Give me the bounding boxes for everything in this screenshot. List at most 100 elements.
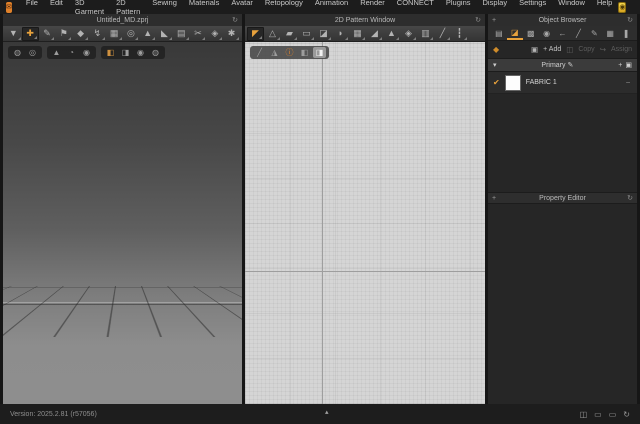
tack-tool-icon[interactable]: ↯ <box>89 27 106 41</box>
titlebar-2d: 2D Pattern Window ↻ <box>245 14 485 26</box>
fabric-category-icon: ◆ <box>493 45 500 54</box>
collapse-section-icon[interactable]: ▾ <box>493 61 497 69</box>
section-folder-icon[interactable]: ▣ <box>625 61 632 69</box>
select-move-tool-icon[interactable]: ✚ <box>21 26 39 41</box>
simulate-dropdown-icon[interactable]: ▼ <box>5 27 22 41</box>
show-highlight-icon[interactable]: ◎ <box>26 47 39 58</box>
grid-tool-icon[interactable]: ▤ <box>173 27 190 41</box>
garment-overlay-icon[interactable]: ◮ <box>268 47 281 58</box>
show-pins-icon[interactable]: ◔ <box>65 47 78 58</box>
pleats-tool-icon[interactable]: ▥ <box>417 27 434 41</box>
object-browser-titlebar: + Object Browser ↻ <box>488 14 637 26</box>
textured-surface-icon[interactable]: ◧ <box>104 47 117 58</box>
flatten-garment-icon[interactable]: ▲ <box>383 27 400 41</box>
sync-icon[interactable]: ↻ <box>623 410 630 419</box>
steam-iron-icon[interactable]: ◢ <box>366 27 383 41</box>
property-editor-titlebar: + Property Editor ↻ <box>488 192 637 204</box>
document-title: Untitled_MD.zprj <box>96 16 149 24</box>
rectangle-pattern-icon[interactable]: ▭ <box>298 27 315 41</box>
fabric-overlay-icon[interactable]: ◧ <box>298 47 311 58</box>
assign-icon: ↪ <box>599 45 606 54</box>
edit-pattern-icon[interactable]: △ <box>264 27 281 41</box>
expand-bottom-bar-icon[interactable]: ▴ <box>325 408 329 416</box>
tab-buttonhole-icon[interactable]: ← <box>555 26 571 40</box>
overlay-group-show: ▲ ◔ ◉ <box>47 46 96 59</box>
mesh-surface-icon[interactable]: ◨ <box>119 47 132 58</box>
show-avatar-icon[interactable]: ◉ <box>80 47 93 58</box>
pattern-axis-vertical <box>322 42 323 404</box>
collapse-row-icon[interactable]: – <box>626 79 632 86</box>
white-garment-overlay-icon[interactable]: ◨ <box>313 47 326 58</box>
section-add-icon[interactable]: + <box>618 62 622 69</box>
avatar-tool-icon[interactable]: ▲ <box>139 27 156 41</box>
show-garment-icon[interactable]: ▲ <box>50 47 63 58</box>
app-logo-icon: ✉ <box>6 1 12 13</box>
viewport-3d[interactable]: ◍ ◎ ▲ ◔ ◉ ◧ ◨ ◉ ◍ <box>3 42 242 404</box>
panel-2d: 2D Pattern Window ↻ ◤ △ ▰ ▭ ◪ ◗ ▦ ◢ ▲ ◈ ▥ ╱ ┇ ╱ ◮ ⓘ ◧ ◨ <box>245 14 485 404</box>
property-editor-title: Property Editor <box>539 194 586 202</box>
object-browser-empty-area <box>488 94 637 192</box>
zipper-tool-icon[interactable]: ┇ <box>451 27 468 41</box>
floor-grid <box>3 286 242 337</box>
tab-stitch-icon[interactable]: ✎ <box>586 26 602 40</box>
titlebar-3d: Untitled_MD.zprj ↻ <box>3 14 242 26</box>
fabric-swatch[interactable] <box>504 74 521 91</box>
panel-menu-icon[interactable]: ↻ <box>623 194 637 202</box>
check-icon[interactable]: ✔ <box>493 78 500 87</box>
fabric-row[interactable]: ✔ FABRIC 1 – <box>488 72 637 94</box>
assign-button[interactable]: Assign <box>611 46 632 53</box>
version-label: Version: 2025.2.81 (r57056) <box>10 410 97 418</box>
transform-pattern-icon[interactable]: ◤ <box>247 26 264 41</box>
settings-tool-icon[interactable]: ✱ <box>223 27 240 41</box>
floor-axis-line <box>3 302 242 303</box>
pen-overlay-icon[interactable]: ╱ <box>253 47 266 58</box>
brush-tool-icon[interactable]: ⚑ <box>55 27 72 41</box>
add-button[interactable]: + Add <box>543 46 561 53</box>
object-browser-actions: ◆ ▣ + Add ◫ Copy ↪ Assign <box>488 41 637 58</box>
drape-tool-icon[interactable]: ◣ <box>156 27 173 41</box>
object-browser-tabs: ▤ ◪ ▩ ◉ ← ╱ ✎ ▦ ❚ <box>488 26 637 41</box>
bell-tool-icon[interactable]: ◈ <box>206 27 223 41</box>
notch-tool-icon[interactable]: ◈ <box>400 27 417 41</box>
tab-zipper-icon[interactable]: ❚ <box>618 26 634 40</box>
add-folder-icon[interactable]: ▣ <box>531 45 538 54</box>
seam-taping-icon[interactable]: ╱ <box>434 27 451 41</box>
expand-panel-icon[interactable]: + <box>488 195 502 202</box>
copy-button[interactable]: Copy <box>578 46 594 53</box>
app-window: ✉ File Edit 3D Garment 2D Pattern Sewing Mate… <box>0 0 640 424</box>
panel-object-browser: + Object Browser ↻ ▤ ◪ ▩ ◉ ← ╱ ✎ ▦ ❚ ◆ ▣ + Add ◫… <box>488 14 637 404</box>
polygon-pattern-icon[interactable]: ▰ <box>281 27 298 41</box>
trace-pattern-icon[interactable]: ◗ <box>332 27 349 41</box>
monitor-secondary-icon[interactable]: ▭ <box>609 410 617 419</box>
primary-section-header[interactable]: ▾ Primary ✎ + ▣ <box>488 58 637 72</box>
gizmo-tool-icon[interactable]: ◎ <box>123 27 140 41</box>
pen-tool-icon[interactable]: ✎ <box>39 27 56 41</box>
fabric-name: FABRIC 1 <box>525 79 557 86</box>
scissors-tool-icon[interactable]: ✂ <box>190 27 207 41</box>
viewport-2d[interactable]: ╱ ◮ ⓘ ◧ ◨ <box>245 42 485 404</box>
expand-panel-icon[interactable]: + <box>488 17 502 24</box>
tab-button-icon[interactable]: ◉ <box>539 26 555 40</box>
arrangement-tool-icon[interactable]: ▦ <box>106 27 123 41</box>
monitor-primary-icon[interactable]: ▭ <box>594 410 602 419</box>
tab-graphic-icon[interactable]: ▩ <box>523 26 539 40</box>
panel-menu-icon[interactable]: ↻ <box>228 16 242 24</box>
license-badge-icon[interactable]: ◉ <box>618 1 627 13</box>
info-overlay-icon[interactable]: ⓘ <box>283 47 296 58</box>
tab-puckering-icon[interactable]: ▦ <box>602 26 618 40</box>
tab-topstitch-icon[interactable]: ╱ <box>570 26 586 40</box>
avatar-surface-icon[interactable]: ◉ <box>134 47 147 58</box>
internal-polygon-icon[interactable]: ▦ <box>349 27 366 41</box>
tab-scene-icon[interactable]: ▤ <box>491 26 507 40</box>
layout-columns-icon[interactable]: ◫ <box>580 410 588 419</box>
pin-tool-icon[interactable]: ◆ <box>72 27 89 41</box>
texture-editor-icon[interactable]: ◪ <box>315 27 332 41</box>
wireframe-icon[interactable]: ◍ <box>149 47 162 58</box>
tab-fabric-icon[interactable]: ◪ <box>506 26 523 40</box>
edit-section-icon[interactable]: ✎ <box>568 62 574 69</box>
panel-menu-icon[interactable]: ↻ <box>471 16 485 24</box>
status-bar: Version: 2025.2.81 (r57056) ▴ ◫ ▭ ▭ ↻ <box>0 404 640 424</box>
panel-menu-icon[interactable]: ↻ <box>623 16 637 24</box>
show-3d-garment-icon[interactable]: ◍ <box>11 47 24 58</box>
overlay-group-view: ◍ ◎ <box>8 46 42 59</box>
